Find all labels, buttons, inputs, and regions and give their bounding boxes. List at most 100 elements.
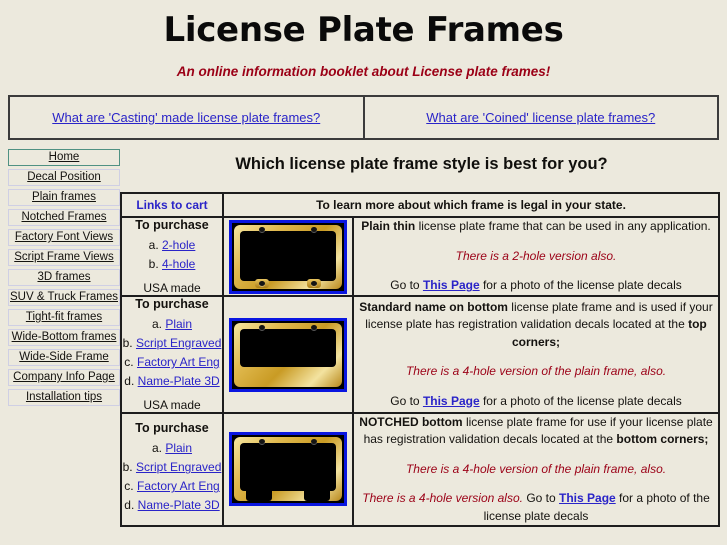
description-rest: license plate frame that can be used in … [415, 219, 711, 234]
description-note: There is a 4-hole version of the plain f… [405, 364, 667, 379]
topbar-cell-casting[interactable]: What are 'Casting' made license plate fr… [10, 97, 363, 138]
cart-link-2-hole[interactable]: 2-hole [162, 238, 195, 252]
cart-link-name-plate-3d[interactable]: Name-Plate 3D [138, 498, 220, 512]
sidebar-item-installation-tips[interactable]: Installation tips [8, 389, 120, 406]
plain-thin-frame-image[interactable] [229, 219, 347, 294]
topbar-cell-coined[interactable]: What are 'Coined' license plate frames? [362, 97, 718, 138]
mounting-hole-icon [259, 280, 265, 286]
cart-link-prefix: b. [122, 336, 133, 350]
cart-link-line: a. Plain [122, 317, 222, 331]
description-note: There is a 2-hole version also. [455, 248, 617, 263]
sidebar-nav: Home Decal Position Plain frames Notched… [0, 149, 120, 409]
description-cell-standard-name-bottom: Standard name on bottom license plate fr… [351, 295, 721, 414]
image-cell-notched-bottom[interactable] [222, 412, 354, 527]
cart-link-plain[interactable]: Plain [165, 441, 192, 455]
cart-link-prefix: a. [151, 441, 162, 456]
frame-inner-opening [240, 443, 336, 492]
cart-link-line: d. Name-Plate 3D [122, 374, 222, 388]
link-casting-frames[interactable]: What are 'Casting' made license plate fr… [52, 110, 320, 125]
sidebar-item-company-info-page[interactable]: Company Info Page [8, 369, 120, 386]
cart-link-line: b. Script Engraved [122, 460, 222, 474]
frame-inner-opening [240, 328, 336, 367]
cart-link-line: b. Script Engraved [122, 336, 222, 350]
description-cut-note: There is a 4-hole version also. [362, 491, 523, 506]
link-this-page[interactable]: This Page [423, 394, 480, 408]
table-row: To purchase a. 2-hole b. 4-hole USA made [120, 216, 721, 297]
sidebar-item-plain-frames[interactable]: Plain frames [8, 189, 120, 206]
mounting-hole-icon [311, 324, 317, 330]
sidebar-item-factory-font-views[interactable]: Factory Font Views [8, 229, 120, 246]
cart-title: To purchase [135, 218, 209, 232]
description-main: Standard name on bottom license plate fr… [354, 299, 718, 351]
cart-usa-made: USA made [143, 281, 201, 295]
cart-link-script-engraved[interactable]: Script Engraved [136, 460, 221, 474]
cart-link-line: c. Factory Art Eng [122, 355, 222, 369]
sidebar-item-tight-fit-frames[interactable]: Tight-fit frames [8, 309, 120, 326]
sidebar-item-notched-frames[interactable]: Notched Frames [8, 209, 120, 226]
cart-link-prefix: a. [151, 317, 162, 331]
top-link-bar: What are 'Casting' made license plate fr… [8, 95, 719, 140]
body-wrapper: Home Decal Position Plain frames Notched… [0, 149, 727, 527]
main-content: Which license plate frame style is best … [120, 149, 727, 527]
image-cell-plain-thin[interactable] [222, 216, 354, 297]
cart-link-line: b. 4-hole [122, 257, 222, 271]
notched-bottom-frame-image[interactable] [229, 432, 347, 507]
table-row: To purchase a. Plain b. Script Engraved … [120, 295, 721, 414]
description-bold-term: Plain thin [361, 219, 416, 234]
page-title: License Plate Frames [163, 10, 564, 50]
cart-link-4-hole[interactable]: 4-hole [162, 257, 195, 271]
main-heading: Which license plate frame style is best … [235, 155, 608, 173]
description-main: Plain thin license plate frame that can … [354, 218, 718, 235]
mounting-hole-icon [311, 226, 317, 232]
cart-link-plain[interactable]: Plain [165, 317, 192, 331]
cart-link-factory-art-eng[interactable]: Factory Art Eng [137, 479, 220, 493]
frame-inner-opening [240, 230, 336, 281]
cart-cell-plain-thin: To purchase a. 2-hole b. 4-hole USA made [120, 216, 224, 297]
standard-name-bottom-frame-image[interactable] [229, 317, 347, 392]
mounting-hole-icon [259, 226, 265, 232]
sidebar-item-decal-position[interactable]: Decal Position [8, 169, 120, 186]
sidebar-item-3d-frames[interactable]: 3D frames [8, 269, 120, 286]
cart-link-prefix: b. [148, 257, 159, 271]
description-goto-cut: There is a 4-hole version also. Go to Th… [354, 490, 718, 525]
link-this-page[interactable]: This Page [423, 278, 480, 292]
cart-link-line: d. Name-Plate 3D [122, 498, 222, 512]
goto-suffix: for a photo of the license plate decals [479, 393, 682, 408]
cart-link-prefix: d. [124, 374, 135, 388]
cart-link-line: a. 2-hole [122, 238, 222, 252]
table-header-row: Links to cart To learn more about which … [120, 192, 721, 218]
sidebar-item-script-frame-views[interactable]: Script Frame Views [8, 249, 120, 266]
sidebar-item-home[interactable]: Home [8, 149, 120, 166]
cart-link-prefix: d. [124, 498, 135, 513]
sidebar-item-wide-bottom-frames[interactable]: Wide-Bottom frames [8, 329, 120, 346]
frame-bottom-notch [246, 490, 272, 502]
link-coined-frames[interactable]: What are 'Coined' license plate frames? [426, 110, 655, 125]
cart-link-factory-art-eng[interactable]: Factory Art Eng [137, 355, 220, 369]
cart-link-name-plate-3d[interactable]: Name-Plate 3D [138, 374, 220, 388]
frame-styles-table: Links to cart To learn more about which … [120, 192, 721, 527]
cart-link-line: a. Plain [122, 441, 222, 455]
goto-suffix: for a photo of the license plate decals [479, 278, 682, 293]
description-main: NOTCHED bottom license plate frame for u… [354, 414, 718, 449]
cart-usa-made: USA made [143, 398, 201, 412]
goto-prefix: Go to [390, 393, 423, 408]
image-cell-standard-name-bottom[interactable] [222, 295, 354, 414]
goto-prefix: Go to [390, 278, 423, 293]
description-rest-bold: bottom corners; [616, 432, 709, 447]
description-bold-term: Standard name on bottom [359, 300, 508, 315]
description-goto: Go to This Page for a photo of the licen… [354, 393, 718, 410]
cart-link-prefix: c. [124, 355, 134, 369]
sidebar-item-wide-side-frame[interactable]: Wide-Side Frame [8, 349, 120, 366]
cart-link-line: c. Factory Art Eng [122, 479, 222, 493]
page-subtitle: An online information booklet about Lice… [176, 64, 551, 79]
cart-title: To purchase [135, 297, 209, 311]
sidebar-item-suv-truck-frames[interactable]: SUV & Truck Frames [8, 289, 120, 306]
link-this-page[interactable]: This Page [559, 491, 616, 505]
description-bold-term: NOTCHED bottom [359, 415, 463, 429]
cart-link-script-engraved[interactable]: Script Engraved [136, 336, 221, 350]
table-row: To purchase a. Plain b. Script Engraved … [120, 412, 721, 527]
cart-title: To purchase [135, 421, 209, 436]
frame-bottom-notch [304, 490, 330, 502]
description-goto: Go to This Page for a photo of the licen… [354, 277, 718, 294]
cart-link-prefix: a. [148, 238, 159, 252]
